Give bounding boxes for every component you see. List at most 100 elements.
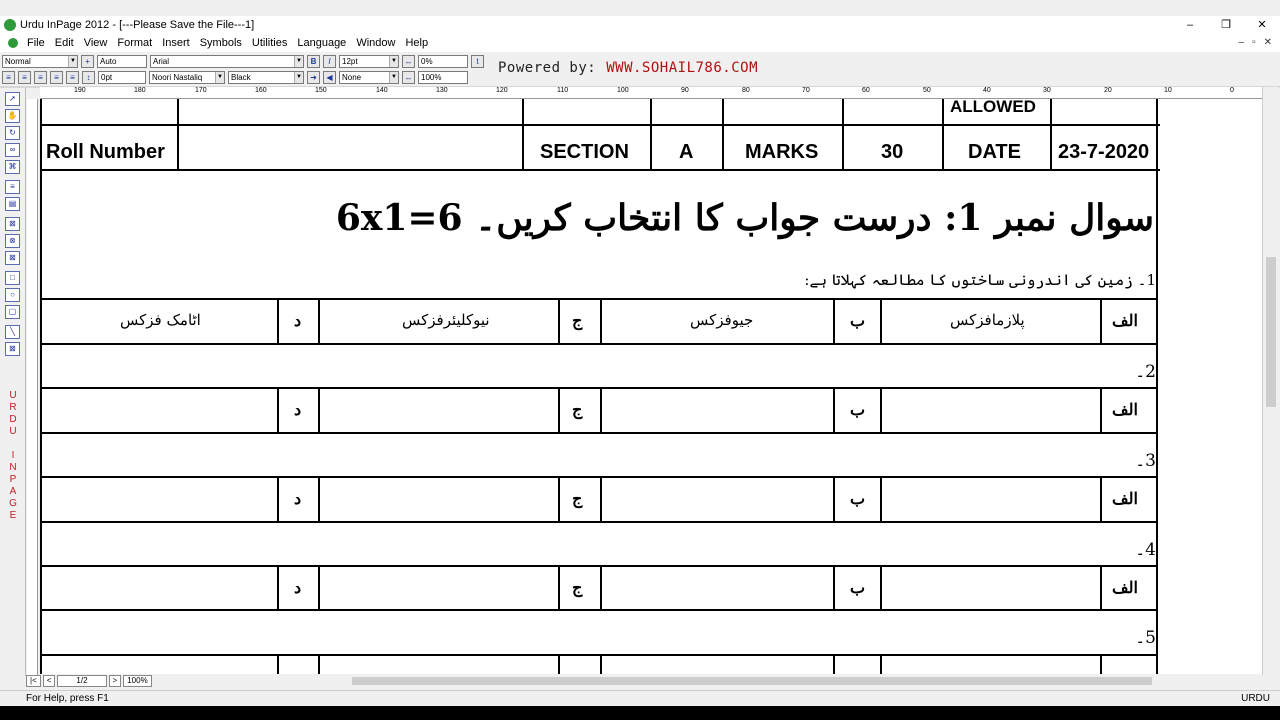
chevron-down-icon: ▼ [294,55,303,67]
zoom-indicator[interactable]: 100% [123,675,152,687]
text-direction-button[interactable]: t [471,54,484,68]
doc-restore-button[interactable]: ▫ [1252,34,1256,52]
option-cell-rule [277,476,279,523]
option-b-label: ب [850,311,866,330]
rectangle-tool-icon[interactable]: □ [5,271,20,285]
tracking-icon[interactable]: ↔ [402,54,415,68]
restore-button[interactable]: ❐ [1208,16,1244,34]
ruler-label: 60 [862,87,870,94]
cross-tool-icon[interactable]: ⊠ [5,342,20,356]
pasteboard [1160,99,1262,674]
option-a-label: الف [1112,311,1138,330]
scroll-thumb[interactable] [1266,257,1276,407]
option-cell-rule [318,298,320,345]
style-select[interactable]: Normal ▼ [2,54,78,68]
scroll-thumb[interactable] [352,677,1152,685]
horizontal-scrollbar[interactable] [176,675,1262,687]
english-font-select[interactable]: Arial ▼ [150,54,304,68]
option-b-label: ب [850,578,866,597]
menu-window[interactable]: Window [351,37,400,49]
option-d-label: د [294,578,302,597]
shade-value: None [342,72,362,82]
leading-select[interactable]: Auto [97,54,147,68]
prev-page-button[interactable]: < [42,675,56,687]
option-cell-rule [833,565,835,611]
ltr-arrow-icon[interactable]: ➜ [307,70,320,84]
menu-symbols[interactable]: Symbols [195,37,247,49]
vertical-ruler[interactable] [27,99,38,675]
menu-edit[interactable]: Edit [50,37,79,49]
justify-all-icon[interactable]: ≡ [66,70,79,84]
urdu-font-value: Noori Nastaliq [152,72,203,82]
text-frame-tool-icon[interactable]: ≡ [5,180,20,194]
rtl-arrow-icon[interactable]: ◀ [323,70,336,84]
menu-help[interactable]: Help [400,37,433,49]
ruler-label: 70 [802,87,810,94]
pointer-tool-icon[interactable]: ➚ [5,92,20,106]
ruler-label: 0 [1230,87,1234,94]
page-indicator[interactable]: 1/2 [57,675,107,687]
menu-file[interactable]: File [22,37,50,49]
justify-icon[interactable]: ≡ [50,70,63,84]
leading-icon[interactable]: + [81,54,94,68]
rounded-rect-tool-icon[interactable]: ▢ [5,305,20,319]
minimize-button[interactable]: – [1172,16,1208,34]
option-cell-rule [600,476,602,523]
section-label: SECTION [540,141,629,163]
italic-button[interactable]: I [323,54,336,68]
first-page-button[interactable]: |< [26,675,41,687]
oval-picture-tool-icon[interactable]: ⊗ [5,234,20,248]
label-char: R [9,402,17,413]
option-cell-rule [833,387,835,434]
vertical-scrollbar[interactable] [1262,87,1279,675]
horizontal-ruler[interactable]: 190 180 170 160 150 140 130 120 110 100 … [40,87,1262,99]
option-row-rule [40,298,1158,300]
space-input[interactable]: 0pt [98,70,146,84]
chevron-down-icon: ▼ [68,55,77,67]
picture-frame-tool-icon[interactable]: ⊠ [5,217,20,231]
table-rule [40,99,42,171]
page-navigator: |< < 1/2 > 100% [26,675,152,687]
shade-select[interactable]: None ▼ [339,70,399,84]
scale-icon[interactable]: ↔ [402,70,415,84]
scale-input[interactable]: 100% [418,70,468,84]
menu-insert[interactable]: Insert [157,37,195,49]
text-box-tool-icon[interactable]: ▤ [5,197,20,211]
ruler-label: 160 [255,87,267,94]
doc-minimize-button[interactable]: – [1239,34,1245,52]
next-page-button[interactable]: > [108,675,122,687]
poly-picture-tool-icon[interactable]: ⊠ [5,251,20,265]
menu-view[interactable]: View [79,37,113,49]
link-tool-icon[interactable]: ∞ [5,143,20,157]
hand-tool-icon[interactable]: ✋ [5,109,20,123]
font-size-select[interactable]: 12pt ▼ [339,54,399,68]
page-border [1156,171,1158,674]
bold-button[interactable]: B [307,54,320,68]
option-a-label: الف [1112,489,1138,508]
close-button[interactable]: ✕ [1244,16,1280,34]
rotate-tool-icon[interactable]: ↻ [5,126,20,140]
align-center-icon[interactable]: ≡ [18,70,31,84]
menu-utilities[interactable]: Utilities [247,37,292,49]
ruler-label: 180 [134,87,146,94]
space-icon[interactable]: ↕ [82,70,95,84]
powered-by-url[interactable]: WWW.SOHAIL786.COM [606,60,758,76]
line-tool-icon[interactable]: ╲ [5,325,20,339]
doc-close-button[interactable]: ✕ [1264,34,1272,52]
menu-format[interactable]: Format [112,37,157,49]
label-gap [0,438,26,450]
option-b-text: جیوفزکس [690,311,754,329]
style-value: Normal [5,56,31,66]
leading-value: Auto [100,56,117,66]
align-left-icon[interactable]: ≡ [2,70,15,84]
unlink-tool-icon[interactable]: ⌘ [5,160,20,174]
roll-number-label: Roll Number [46,141,165,163]
color-select[interactable]: Black ▼ [228,70,304,84]
ellipse-tool-icon[interactable]: ○ [5,288,20,302]
document-page[interactable]: ALLOWED Roll Number SECTION A MARKS 30 D… [40,99,1160,674]
tracking-input[interactable]: 0% [418,54,468,68]
urdu-font-select[interactable]: Noori Nastaliq ▼ [149,70,225,84]
align-right-icon[interactable]: ≡ [34,70,47,84]
option-cell-rule [318,387,320,434]
menu-language[interactable]: Language [292,37,351,49]
